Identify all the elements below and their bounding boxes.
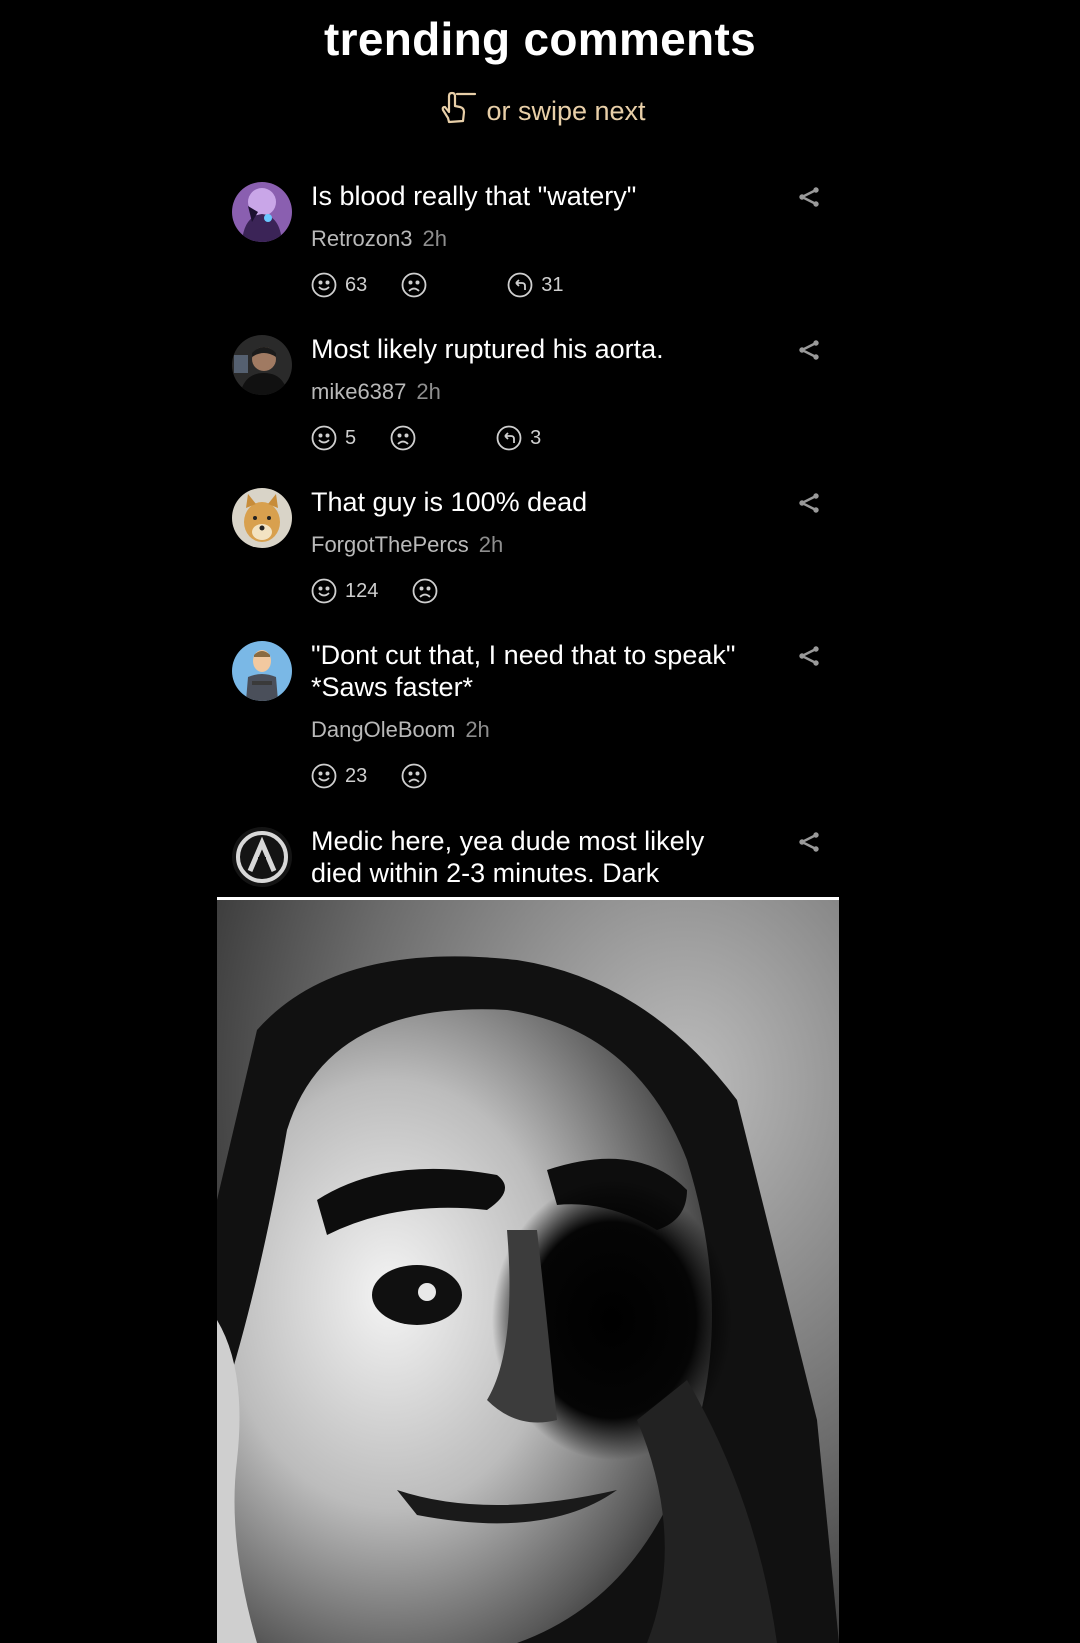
share-button[interactable] — [797, 185, 821, 209]
dislike-button[interactable] — [401, 763, 427, 789]
share-icon — [799, 187, 819, 207]
comment-text: Medic here, yea dude most likely died wi… — [311, 826, 705, 888]
smile-icon — [311, 763, 337, 789]
like-button[interactable]: 5 — [311, 425, 356, 451]
smile-icon — [311, 272, 337, 298]
comment-meta: Retrozon3 2h — [311, 226, 447, 252]
reply-icon — [507, 272, 533, 298]
like-count: 124 — [345, 579, 379, 602]
comment-text: Most likely ruptured his aorta. — [311, 334, 664, 364]
share-button[interactable] — [797, 491, 821, 515]
frown-icon — [412, 578, 438, 604]
like-count: 23 — [345, 764, 368, 787]
comment-username[interactable]: mike6387 — [311, 379, 406, 404]
reaction-bar: 23 — [311, 761, 427, 791]
swipe-hand-icon — [434, 88, 478, 135]
reply-icon — [496, 425, 522, 451]
reply-count: 3 — [530, 426, 542, 449]
comment-meta: DangOleBoom 2h — [311, 717, 490, 743]
reaction-bar: 5 3 — [311, 423, 541, 453]
reaction-photo — [217, 900, 839, 1643]
comment-username[interactable]: ForgotThePercs — [311, 532, 469, 557]
comment-time: 2h — [465, 717, 490, 742]
like-count: 5 — [345, 426, 357, 449]
share-icon — [799, 340, 819, 360]
grayscale-face-image — [217, 900, 839, 1643]
avatar[interactable] — [232, 488, 292, 548]
like-count: 63 — [345, 273, 368, 296]
avatar[interactable] — [232, 641, 292, 701]
swipe-hint-label: or swipe next — [486, 96, 646, 126]
comment-meta: ForgotThePercs 2h — [311, 532, 503, 558]
comment-text: That guy is 100% dead — [311, 487, 588, 517]
dislike-button[interactable] — [401, 272, 427, 298]
share-icon — [799, 832, 819, 852]
comment-feed: trending comments or swipe next Is blood… — [0, 0, 1080, 898]
smile-icon — [311, 578, 337, 604]
comment-text: Is blood really that "watery" — [311, 181, 637, 211]
dislike-button[interactable] — [412, 578, 438, 604]
comment-time: 2h — [422, 226, 447, 251]
comment-text: "Dont cut that, I need that to speak" *S… — [311, 640, 736, 702]
like-button[interactable]: 124 — [311, 578, 378, 604]
avatar[interactable] — [232, 827, 292, 887]
comment-username[interactable]: Retrozon3 — [311, 226, 413, 251]
frown-icon — [390, 425, 416, 451]
page-title: trending comments — [324, 13, 756, 65]
reply-button[interactable]: 3 — [496, 425, 541, 451]
comment-time: 2h — [416, 379, 441, 404]
swipe-hint[interactable]: or swipe next — [0, 88, 1080, 135]
comment-username[interactable]: DangOleBoom — [311, 717, 455, 742]
dislike-button[interactable] — [390, 425, 416, 451]
like-button[interactable]: 63 — [311, 272, 367, 298]
frown-icon — [401, 763, 427, 789]
share-icon — [799, 646, 819, 666]
share-icon — [799, 493, 819, 513]
share-button[interactable] — [797, 338, 821, 362]
avatar[interactable] — [232, 182, 292, 242]
avatar[interactable] — [232, 335, 292, 395]
reply-count: 31 — [541, 273, 564, 296]
share-button[interactable] — [797, 830, 821, 854]
smile-icon — [311, 425, 337, 451]
like-button[interactable]: 23 — [311, 763, 367, 789]
reaction-bar: 124 — [311, 576, 438, 606]
comment-meta: mike6387 2h — [311, 379, 441, 405]
reply-button[interactable]: 31 — [507, 272, 564, 298]
share-button[interactable] — [797, 644, 821, 668]
frown-icon — [401, 272, 427, 298]
reaction-bar: 63 31 — [311, 270, 564, 300]
comment-time: 2h — [478, 532, 504, 557]
